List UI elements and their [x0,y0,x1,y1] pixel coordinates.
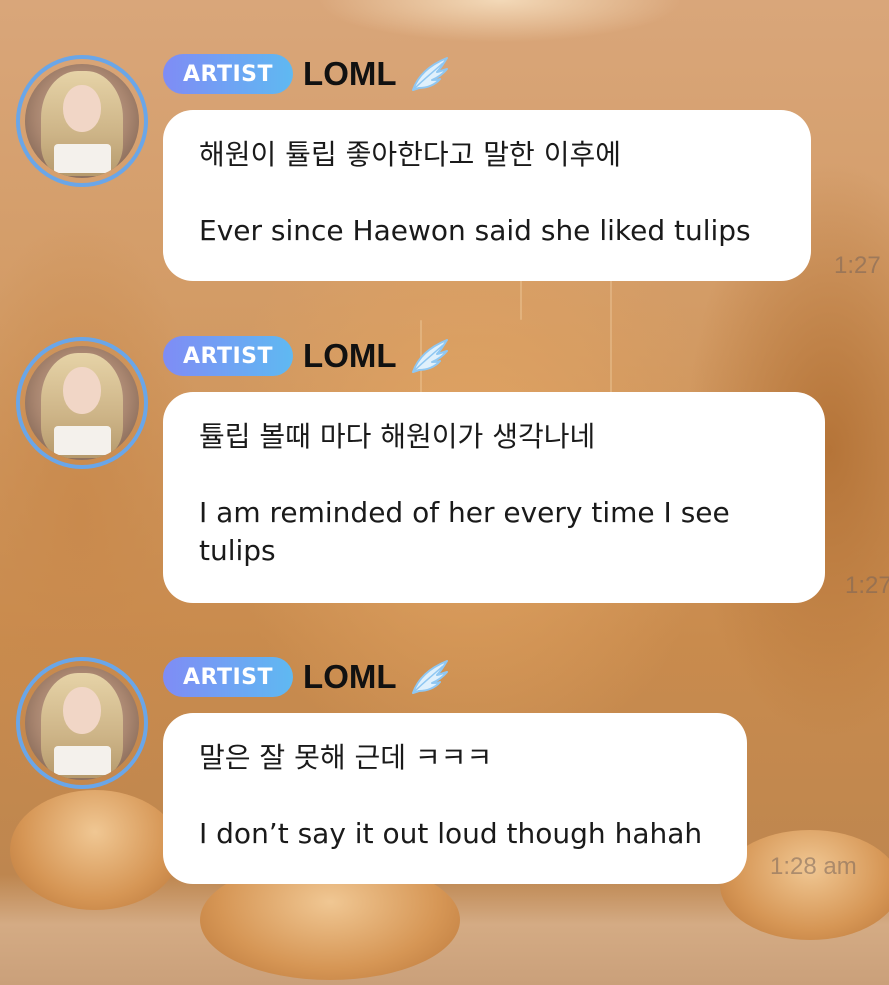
message-timestamp: 1:27 [834,252,881,279]
message-header: ARTIST LOML [163,52,451,96]
message-header: ARTIST LOML [163,655,451,699]
sender-name[interactable]: LOML [303,337,396,375]
message-korean-text: 말은 잘 못해 근데 ㅋㅋㅋ [199,741,493,774]
background-fur-detail [610,260,612,400]
artist-badge: ARTIST [163,336,294,376]
sender-name[interactable]: LOML [303,55,396,93]
message-korean-text: 튤립 볼때 마다 해원이가 생각나네 [199,420,596,453]
avatar[interactable] [16,55,148,187]
avatar-photo [25,346,139,460]
message-bubble[interactable]: 말은 잘 못해 근데 ㅋㅋㅋ I don’t say it out loud t… [163,713,747,884]
message-bubble[interactable]: 튤립 볼때 마다 해원이가 생각나네 I am reminded of her … [163,392,825,603]
message-header: ARTIST LOML [163,334,451,378]
sender-name[interactable]: LOML [303,658,396,696]
message-timestamp: 1:27 [845,572,889,599]
wing-icon [411,57,448,91]
message-english-text: I am reminded of her every time I see tu… [199,496,730,567]
message-korean-text: 해원이 튤립 좋아한다고 말한 이후에 [199,138,622,171]
avatar[interactable] [16,657,148,789]
avatar[interactable] [16,337,148,469]
message-timestamp: 1:28 am [770,853,857,880]
avatar-photo [25,64,139,178]
message-bubble[interactable]: 해원이 튤립 좋아한다고 말한 이후에 Ever since Haewon sa… [163,110,811,281]
background-paw-left [10,790,180,910]
message-english-text: I don’t say it out loud though hahah [199,817,703,850]
wing-icon [411,660,448,694]
message-english-text: Ever since Haewon said she liked tulips [199,214,751,247]
artist-badge: ARTIST [163,54,294,94]
wing-icon [411,339,448,373]
avatar-photo [25,666,139,780]
artist-badge: ARTIST [163,657,294,697]
